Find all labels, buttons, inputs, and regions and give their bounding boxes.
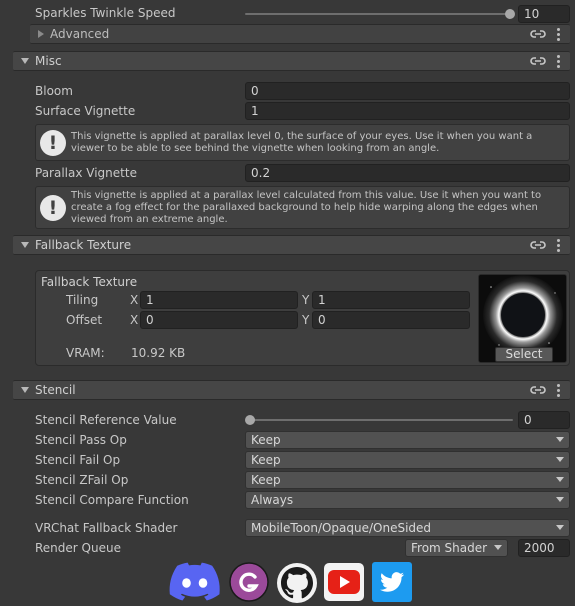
stencil-zfail-op-label: Stencil ZFail Op — [35, 473, 129, 487]
stencil-fail-op-dropdown[interactable]: Keep — [245, 451, 570, 469]
link-icon[interactable] — [530, 384, 546, 396]
advanced-foldout[interactable]: Advanced — [30, 24, 570, 44]
more-options-icon[interactable] — [557, 28, 561, 41]
bloom-label: Bloom — [35, 84, 73, 98]
chevron-down-icon — [556, 525, 564, 530]
stencil-pass-op-value: Keep — [251, 433, 281, 447]
stencil-pass-op-dropdown[interactable]: Keep — [245, 431, 570, 449]
vram-value: 10.92 KB — [131, 346, 186, 360]
stencil-compare-function-dropdown[interactable]: Always — [245, 491, 570, 509]
foldout-collapsed-icon — [38, 30, 44, 38]
render-queue-field[interactable]: 2000 — [518, 539, 570, 557]
stencil-reference-slider-track[interactable] — [247, 419, 513, 421]
foldout-expanded-icon — [21, 242, 29, 248]
foldout-expanded-icon — [21, 58, 29, 64]
youtube-icon[interactable] — [323, 562, 365, 602]
offset-x-field[interactable]: 0 — [140, 311, 298, 329]
chevron-down-icon — [556, 437, 564, 442]
foldout-expanded-icon — [21, 387, 29, 393]
offset-y-label: Y — [302, 313, 310, 327]
twitter-icon[interactable] — [371, 561, 413, 603]
discord-icon[interactable] — [168, 561, 222, 603]
more-options-icon[interactable] — [557, 239, 561, 252]
vram-label: VRAM: — [66, 346, 105, 360]
tiling-x-field[interactable]: 1 — [140, 291, 298, 309]
link-icon[interactable] — [530, 239, 546, 251]
offset-y-field[interactable]: 0 — [312, 311, 470, 329]
tiling-label: Tiling — [66, 293, 99, 307]
render-queue-mode-value: From Shader — [411, 541, 488, 555]
fallback-texture-box-title: Fallback Texture — [41, 275, 138, 289]
gumroad-icon[interactable] — [229, 562, 269, 602]
stencil-reference-slider-knob[interactable] — [245, 415, 255, 425]
chevron-down-icon — [556, 477, 564, 482]
sparkles-twinkle-speed-label: Sparkles Twinkle Speed — [35, 6, 176, 20]
parallax-vignette-field[interactable]: 0.2 — [245, 164, 570, 182]
texture-preview[interactable]: Select — [478, 274, 567, 363]
stencil-section-header[interactable]: Stencil — [13, 380, 570, 400]
more-options-icon[interactable] — [557, 55, 561, 68]
surface-vignette-field[interactable]: 1 — [245, 102, 570, 120]
sparkles-value-field[interactable]: 10 — [518, 5, 570, 23]
vrchat-fallback-shader-value: MobileToon/Opaque/OneSided — [251, 521, 432, 535]
offset-x-label: X — [130, 313, 139, 327]
fallback-texture-section-header[interactable]: Fallback Texture — [13, 235, 570, 255]
misc-section-header[interactable]: Misc — [13, 51, 570, 71]
warning-icon: ! — [40, 130, 66, 156]
stencil-zfail-op-value: Keep — [251, 473, 281, 487]
stencil-compare-function-value: Always — [251, 493, 294, 507]
link-icon[interactable] — [530, 55, 546, 67]
render-queue-label: Render Queue — [35, 541, 121, 555]
vrchat-fallback-shader-dropdown[interactable]: MobileToon/Opaque/OneSided — [245, 519, 570, 537]
parallax-vignette-helpbox: ! This vignette is applied at a parallax… — [35, 186, 570, 229]
stencil-compare-function-label: Stencil Compare Function — [35, 493, 189, 507]
vrchat-fallback-shader-label: VRChat Fallback Shader — [35, 521, 178, 535]
misc-title: Misc — [35, 54, 62, 68]
stencil-fail-op-value: Keep — [251, 453, 281, 467]
render-queue-mode-dropdown[interactable]: From Shader — [405, 539, 508, 557]
advanced-label: Advanced — [50, 27, 110, 41]
sparkles-slider-knob[interactable] — [505, 9, 515, 19]
surface-vignette-helpbox: ! This vignette is applied at parallax l… — [35, 124, 570, 161]
stencil-fail-op-label: Stencil Fail Op — [35, 453, 121, 467]
chevron-down-icon — [556, 497, 564, 502]
stencil-pass-op-label: Stencil Pass Op — [35, 433, 127, 447]
select-texture-button[interactable]: Select — [495, 347, 553, 362]
bloom-field[interactable]: 0 — [245, 82, 570, 100]
fallback-texture-box: Fallback Texture Tiling Offset X 1 Y 1 X… — [35, 270, 570, 366]
tiling-x-label: X — [130, 293, 139, 307]
link-icon[interactable] — [530, 28, 546, 40]
github-icon[interactable] — [276, 562, 318, 604]
chevron-down-icon — [494, 545, 502, 550]
tiling-y-label: Y — [302, 293, 310, 307]
stencil-reference-label: Stencil Reference Value — [35, 413, 177, 427]
stencil-zfail-op-dropdown[interactable]: Keep — [245, 471, 570, 489]
sparkles-slider-track[interactable] — [245, 13, 511, 15]
fallback-texture-title: Fallback Texture — [35, 238, 132, 252]
tiling-y-field[interactable]: 1 — [312, 291, 470, 309]
parallax-vignette-label: Parallax Vignette — [35, 166, 137, 180]
stencil-reference-field[interactable]: 0 — [518, 411, 570, 429]
stencil-title: Stencil — [35, 383, 76, 397]
surface-vignette-label: Surface Vignette — [35, 104, 136, 118]
more-options-icon[interactable] — [557, 384, 561, 397]
surface-vignette-help-text: This vignette is applied at parallax lev… — [71, 131, 533, 154]
chevron-down-icon — [556, 457, 564, 462]
warning-icon: ! — [40, 195, 66, 221]
offset-label: Offset — [66, 313, 103, 327]
parallax-vignette-help-text: This vignette is applied at a parallax l… — [71, 190, 542, 225]
